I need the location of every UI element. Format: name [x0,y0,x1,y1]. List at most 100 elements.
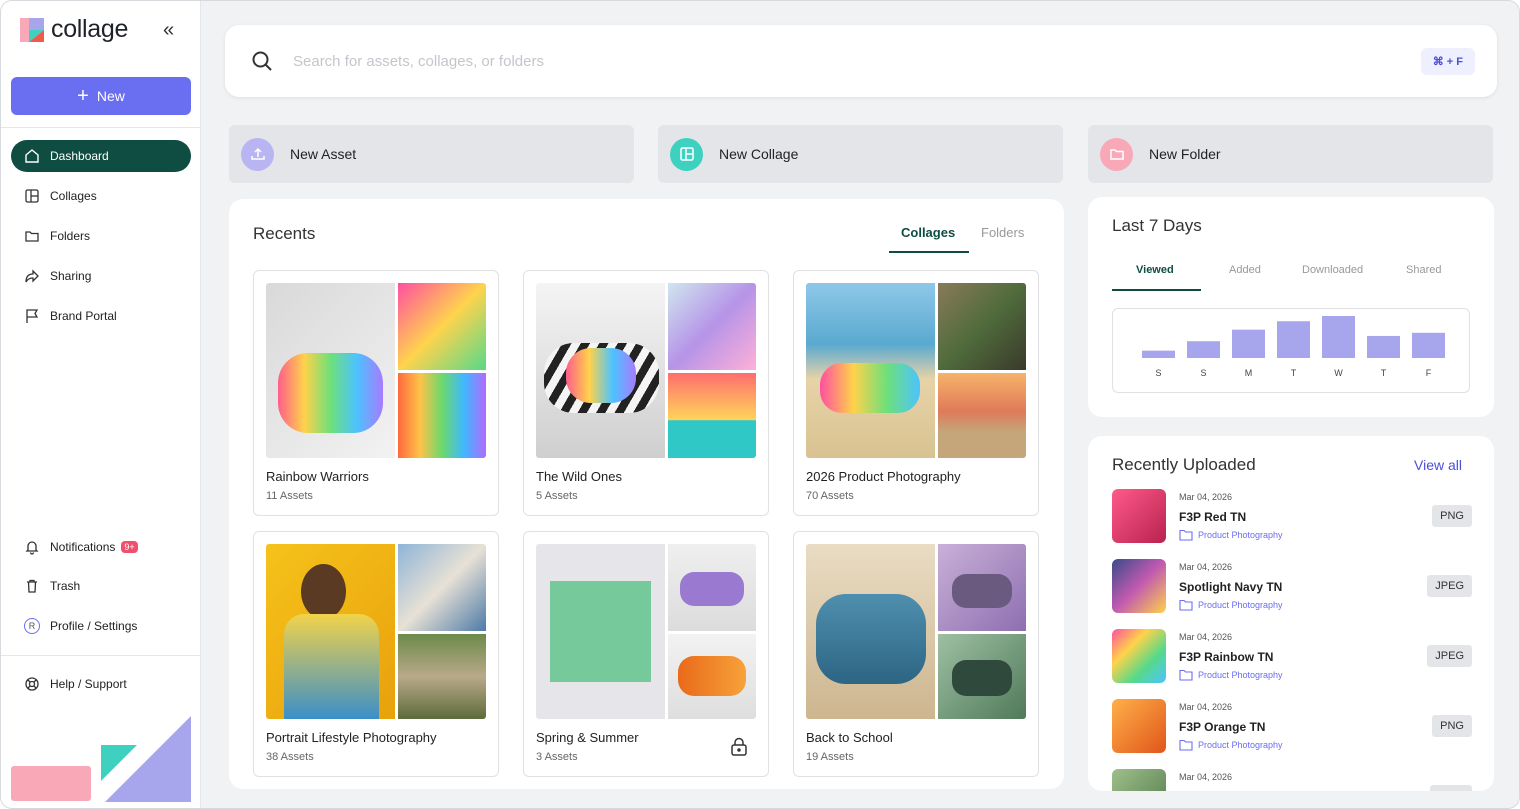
sidebar-item-help[interactable]: Help / Support [11,668,191,700]
collage-thumbnail [398,634,486,719]
collage-title: The Wild Ones [536,469,622,484]
file-type-badge [1430,785,1472,791]
new-button[interactable]: + New [11,77,191,115]
collage-thumbnail [938,544,1026,631]
sidebar-item-profile[interactable]: R Profile / Settings [11,610,191,642]
sidebar-item-brand-portal[interactable]: Brand Portal [11,300,191,332]
upload-folder[interactable]: Product Photography [1179,739,1283,751]
activity-bar-chart: SSMTWTF [1112,308,1470,393]
sidebar-item-label: Folders [50,229,91,243]
decorative-shape [101,745,137,781]
sidebar-item-label: Collages [50,189,97,203]
upload-folder[interactable]: Product Photography [1179,669,1283,681]
upload-date: Mar 04, 2026 [1179,772,1233,782]
upload-row[interactable]: Mar 04, 2026 [1112,769,1472,791]
divider [1,655,201,656]
new-button-label: New [96,88,125,104]
sidebar-item-label: Help / Support [50,677,127,691]
asset-count: 70 Assets [806,490,854,502]
tab-added[interactable]: Added [1229,264,1261,276]
chart-bar [1277,321,1310,358]
app-logo[interactable]: collage [19,15,128,44]
collage-card[interactable]: Portrait Lifestyle Photography 38 Assets [253,531,499,777]
chart-bar [1322,316,1355,358]
layout-icon [25,189,39,203]
upload-thumbnail [1112,559,1166,613]
sidebar-item-dashboard[interactable]: Dashboard [11,140,191,172]
sidebar-item-notifications[interactable]: Notifications 9+ [11,531,191,563]
file-type-badge: JPEG [1427,645,1472,667]
view-all-link[interactable]: View all [1414,457,1462,473]
quick-action-label: New Collage [719,146,799,162]
sidebar-item-trash[interactable]: Trash [11,570,191,602]
collage-thumbnail [938,283,1026,370]
collage-card[interactable]: 2026 Product Photography 70 Assets [793,270,1039,516]
chart-svg: SSMTWTF [1142,316,1445,378]
sidebar-item-folders[interactable]: Folders [11,220,191,252]
sidebar-item-label: Brand Portal [50,309,117,323]
upload-date: Mar 04, 2026 [1179,632,1233,642]
collage-thumbnail [668,283,756,370]
upload-row[interactable]: Mar 04, 2026 F3P Orange TN Product Photo… [1112,699,1472,761]
upload-row[interactable]: Mar 04, 2026 F3P Red TN Product Photogra… [1112,489,1472,551]
collage-thumbnail [398,544,486,631]
chevrons-left-icon[interactable]: « [163,19,174,42]
asset-count: 11 Assets [266,490,313,502]
tab-viewed[interactable]: Viewed [1136,264,1174,276]
new-asset-button[interactable]: New Asset [229,125,634,183]
panel-title: Last 7 Days [1112,216,1202,235]
tab-downloaded[interactable]: Downloaded [1302,264,1363,276]
folder-label: Product Photography [1198,740,1283,750]
sidebar-item-sharing[interactable]: Sharing [11,260,191,292]
folder-icon [1179,739,1193,751]
asset-count: 5 Assets [536,490,578,502]
upload-folder[interactable]: Product Photography [1179,599,1283,611]
tab-folders[interactable]: Folders [981,225,1024,240]
upload-name: F3P Rainbow TN [1179,650,1274,664]
upload-row[interactable]: Mar 04, 2026 Spotlight Navy TN Product P… [1112,559,1472,621]
collage-thumbnail [398,283,486,370]
upload-folder[interactable]: Product Photography [1179,529,1283,541]
upload-thumbnail [1112,489,1166,543]
sidebar-item-collages[interactable]: Collages [11,180,191,212]
collage-title: Portrait Lifestyle Photography [266,730,437,745]
file-type-badge: PNG [1432,505,1472,527]
new-collage-button[interactable]: New Collage [658,125,1063,183]
app-window: collage « + New Dashboard Collages Folde… [0,0,1520,809]
collage-card[interactable]: Rainbow Warriors 11 Assets [253,270,499,516]
tab-collages[interactable]: Collages [901,225,955,240]
asset-count: 38 Assets [266,751,314,763]
new-folder-button[interactable]: New Folder [1088,125,1493,183]
decorative-shape [11,766,91,801]
collage-thumbnail [266,283,395,458]
collage-title: Rainbow Warriors [266,469,369,484]
upload-date: Mar 04, 2026 [1179,702,1233,712]
keyboard-shortcut-badge: ⌘ + F [1420,47,1475,75]
divider [1,127,201,128]
bell-icon [25,541,39,555]
search-icon [252,51,272,71]
upload-row[interactable]: Mar 04, 2026 F3P Rainbow TN Product Phot… [1112,629,1472,691]
home-icon [25,149,39,163]
folder-icon [1100,137,1133,171]
chart-bar [1367,335,1400,358]
upload-name: F3P Red TN [1179,510,1247,524]
last-7-days-panel: Last 7 Days Viewed Added Downloaded Shar… [1088,197,1494,417]
folder-label: Product Photography [1198,670,1283,680]
collage-card[interactable]: The Wild Ones 5 Assets [523,270,769,516]
notification-badge: 9+ [121,541,138,553]
upload-thumbnail [1112,629,1166,683]
chart-tick-label: F [1426,368,1432,378]
file-type-badge: PNG [1432,715,1472,737]
tab-shared[interactable]: Shared [1406,264,1441,276]
search-bar: ⌘ + F [225,25,1497,97]
chart-bar [1187,341,1220,358]
collage-card[interactable]: Spring & Summer 3 Assets [523,531,769,777]
search-input[interactable] [293,52,1421,70]
collage-card[interactable]: Back to School 19 Assets [793,531,1039,777]
folder-label: Product Photography [1198,530,1283,540]
collage-thumbnail [266,544,395,719]
recents-panel: Recents Collages Folders Rainbow Warrior… [229,199,1064,789]
quick-action-label: New Folder [1149,146,1221,162]
upload-date: Mar 04, 2026 [1179,562,1233,572]
